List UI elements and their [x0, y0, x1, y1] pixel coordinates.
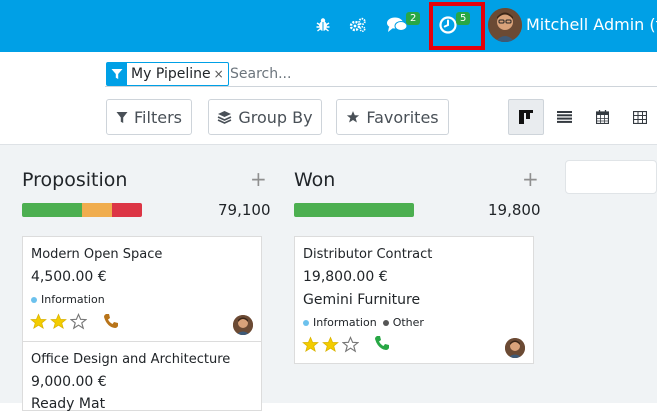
filter-icon [116, 111, 128, 123]
tag-label: Other [392, 316, 424, 329]
card-amount: 4,500.00 € [31, 269, 107, 285]
star-icon [347, 111, 360, 123]
column-title-proposition: Proposition [22, 169, 128, 191]
salesperson-avatar[interactable] [233, 315, 253, 335]
priority-stars[interactable] [302, 336, 359, 353]
phone-icon[interactable] [103, 313, 119, 329]
star-filled-icon[interactable] [30, 313, 47, 330]
card-company: Ready Mat [31, 396, 106, 412]
progress-segment[interactable] [82, 203, 112, 217]
facet-label: My Pipeline [131, 66, 211, 82]
column-total: 19,800 [488, 201, 541, 219]
layers-icon [218, 111, 232, 124]
progress-segment[interactable] [112, 203, 142, 217]
cogs-icon[interactable] [347, 12, 369, 38]
priority-stars[interactable] [30, 313, 87, 330]
facet-remove-icon[interactable]: × [214, 67, 228, 81]
filters-label: Filters [134, 107, 182, 127]
favorites-label: Favorites [366, 107, 439, 127]
star-empty-icon[interactable] [70, 313, 87, 330]
calendar-view-button[interactable] [584, 99, 620, 135]
chat-badge: 2 [406, 12, 421, 25]
kanban-view-icon [519, 110, 533, 124]
activity-highlight-box [429, 2, 485, 50]
search-input[interactable] [230, 63, 530, 85]
top-navbar: 2 5 Mitchell Admin (fl [0, 0, 657, 52]
card-amount: 19,800.00 € [303, 269, 388, 285]
user-avatar[interactable] [488, 8, 522, 42]
tag-dot [303, 319, 309, 326]
list-view-icon [556, 111, 572, 123]
star-filled-icon[interactable] [50, 313, 67, 330]
tag-label: Information [41, 293, 105, 306]
add-column-box[interactable] [565, 160, 657, 194]
groupby-button[interactable]: Group By [208, 99, 322, 135]
progress-segment[interactable] [294, 203, 414, 217]
calendar-view-icon [595, 110, 609, 124]
card-title: Office Design and Architecture [31, 352, 231, 367]
list-view-button[interactable] [546, 99, 582, 135]
tag-information: Information Other [303, 316, 424, 329]
column-total: 79,100 [218, 201, 271, 219]
star-filled-icon[interactable] [322, 336, 339, 353]
column-title-won: Won [294, 169, 336, 191]
groupby-label: Group By [238, 107, 313, 127]
card-title: Modern Open Space [31, 247, 163, 262]
card-title: Distributor Contract [303, 247, 433, 262]
star-filled-icon[interactable] [302, 336, 319, 353]
filter-icon [107, 63, 127, 85]
tag-dot [31, 296, 37, 303]
user-name[interactable]: Mitchell Admin (fl [526, 15, 657, 34]
phone-icon[interactable] [374, 335, 390, 351]
card-amount: 9,000.00 € [31, 374, 107, 390]
column-add-icon[interactable]: + [522, 167, 539, 191]
bug-icon[interactable] [312, 12, 334, 38]
tag-information: Information [31, 293, 105, 306]
tag-label: Information [313, 316, 377, 329]
column-progress-bar[interactable] [294, 203, 414, 217]
favorites-button[interactable]: Favorites [336, 99, 449, 135]
column-add-icon[interactable]: + [250, 167, 267, 191]
tag-dot [382, 319, 389, 326]
card-company: Gemini Furniture [303, 292, 421, 308]
pivot-view-button[interactable] [622, 99, 657, 135]
salesperson-avatar[interactable] [505, 338, 525, 358]
star-empty-icon[interactable] [342, 336, 359, 353]
search-facet[interactable]: My Pipeline × [106, 62, 229, 86]
filters-button[interactable]: Filters [106, 99, 192, 135]
column-progress-bar[interactable] [22, 203, 142, 217]
pivot-view-icon [633, 110, 647, 124]
progress-segment[interactable] [22, 203, 82, 217]
kanban-view-button[interactable] [508, 99, 544, 135]
